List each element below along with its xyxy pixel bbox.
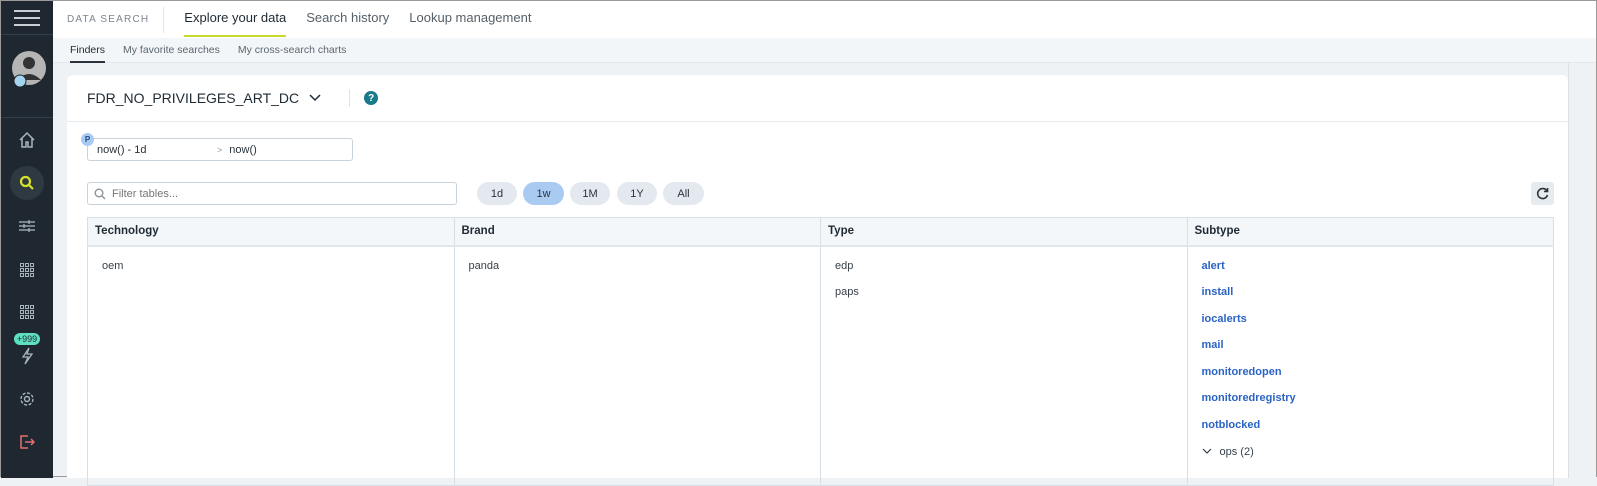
logout-icon[interactable]	[1, 432, 53, 452]
top-nav: DATA SEARCH Explore your data Search his…	[53, 1, 1596, 38]
date-separator: >	[217, 144, 223, 155]
col-subtype: Subtype	[1186, 217, 1554, 247]
lightning-icon[interactable]	[1, 346, 53, 366]
tab-search-history[interactable]: Search history	[306, 1, 389, 38]
date-to[interactable]: now()	[229, 144, 257, 156]
range-1d[interactable]: 1d	[477, 182, 517, 205]
search-icon[interactable]	[1, 166, 53, 200]
subtab-cross-search-charts[interactable]: My cross-search charts	[238, 38, 347, 63]
avatar[interactable]	[1, 43, 53, 93]
refresh-button[interactable]	[1531, 182, 1554, 205]
grid-icon[interactable]	[1, 261, 53, 279]
range-1Y[interactable]: 1Y	[617, 182, 657, 205]
col-brand: Brand	[453, 217, 821, 247]
subtype-link[interactable]: iocalerts	[1188, 313, 1554, 340]
sub-tabs: Finders My favorite searches My cross-se…	[53, 38, 1596, 63]
subtype-link[interactable]: install	[1188, 286, 1554, 313]
finder-card: FDR_NO_PRIVILEGES_ART_DC ? P now() - 1d …	[67, 75, 1568, 486]
filter-tables-input[interactable]	[87, 182, 457, 205]
notification-badge: +999	[1, 332, 53, 345]
home-icon[interactable]	[1, 129, 53, 151]
filter-input[interactable]	[112, 187, 452, 200]
menu-icon[interactable]	[1, 1, 53, 35]
period-badge: P	[81, 133, 94, 146]
date-range-input[interactable]: P now() - 1d > now()	[81, 133, 353, 161]
app-title: DATA SEARCH	[53, 6, 165, 33]
group-label: ops (2)	[1219, 445, 1254, 458]
subtype-link[interactable]: notblocked	[1188, 419, 1554, 446]
date-from[interactable]: now() - 1d	[97, 144, 217, 156]
search-icon	[94, 188, 106, 199]
col-type: Type	[820, 217, 1188, 247]
chevron-down-icon	[1202, 448, 1211, 454]
finder-table: Technology Brand Type Subtype oem panda …	[87, 217, 1554, 486]
badge-count: +999	[13, 332, 41, 345]
subtype-group-ops[interactable]: ops (2)	[1188, 446, 1554, 473]
finder-name[interactable]: FDR_NO_PRIVILEGES_ART_DC	[87, 90, 299, 106]
subtab-finders[interactable]: Finders	[70, 38, 106, 63]
brand-item[interactable]: panda	[455, 260, 821, 287]
range-1M[interactable]: 1M	[570, 182, 610, 205]
sliders-icon[interactable]	[1, 217, 53, 235]
grid-icon[interactable]	[1, 303, 53, 321]
subtype-link[interactable]: monitoredopen	[1188, 366, 1554, 393]
help-icon[interactable]: ?	[364, 91, 379, 105]
sidebar: +999	[1, 1, 53, 478]
subtab-favorite-searches[interactable]: My favorite searches	[123, 38, 220, 63]
tab-explore[interactable]: Explore your data	[184, 1, 286, 38]
type-item[interactable]: edp	[821, 260, 1187, 287]
tab-lookup-management[interactable]: Lookup management	[409, 1, 531, 38]
technology-item[interactable]: oem	[88, 260, 454, 287]
type-item[interactable]: paps	[821, 286, 1187, 313]
chevron-down-icon[interactable]	[309, 89, 321, 107]
range-1w[interactable]: 1w	[523, 182, 564, 205]
subtype-link[interactable]: mail	[1188, 339, 1554, 366]
subtype-link[interactable]: monitoredregistry	[1188, 392, 1554, 419]
gear-icon[interactable]	[1, 389, 53, 409]
col-technology: Technology	[87, 217, 455, 247]
subtype-link[interactable]: alert	[1188, 260, 1554, 287]
range-all[interactable]: All	[663, 182, 704, 205]
scrollbar[interactable]	[1568, 63, 1596, 478]
refresh-icon	[1536, 187, 1549, 200]
